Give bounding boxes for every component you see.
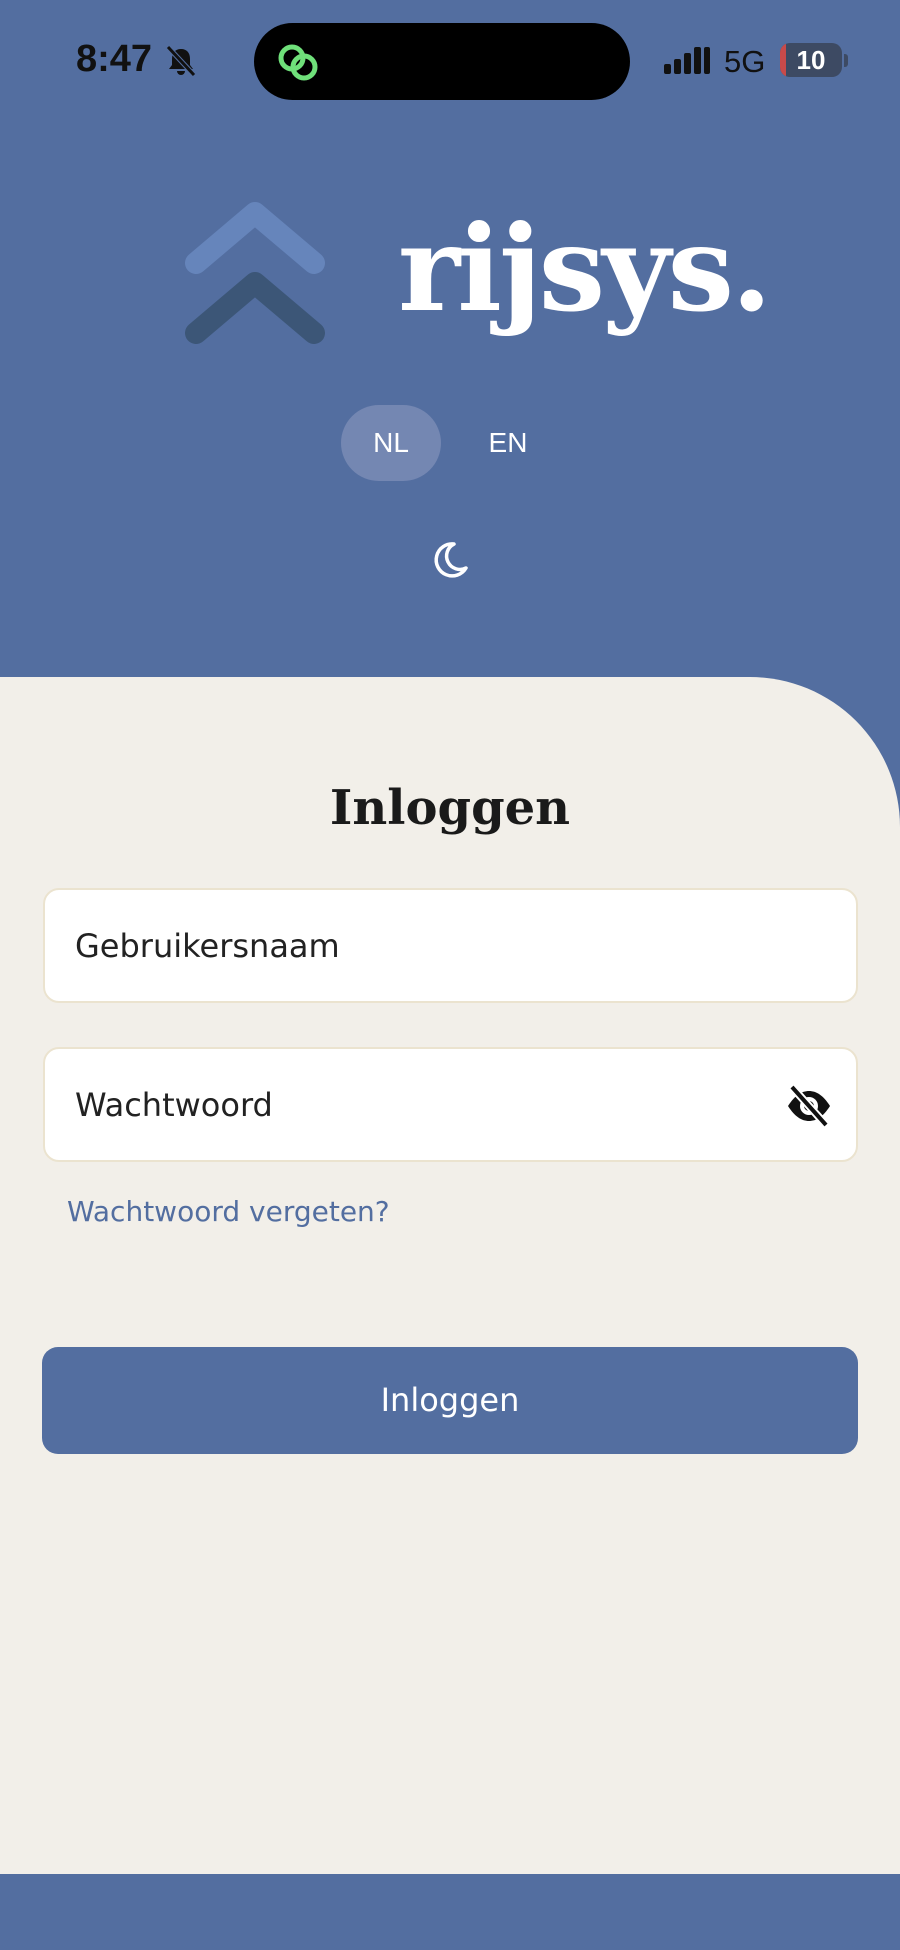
dynamic-island xyxy=(254,23,630,100)
login-button[interactable]: Inloggen xyxy=(42,1347,858,1454)
moon-icon[interactable] xyxy=(428,538,472,582)
language-nl-button[interactable]: NL xyxy=(341,405,441,481)
password-input[interactable] xyxy=(75,1049,795,1160)
page-title: Inloggen xyxy=(329,780,571,836)
battery-level: 10 xyxy=(796,45,826,75)
battery-nub xyxy=(844,54,848,67)
username-input[interactable] xyxy=(75,890,795,1001)
network-label: 5G xyxy=(724,44,766,79)
chevrons-logo-icon xyxy=(185,202,325,344)
language-en-button[interactable]: EN xyxy=(458,405,558,481)
login-card: Inloggen Wachtwoord vergeten? Inloggen xyxy=(0,677,900,1874)
username-field[interactable] xyxy=(43,888,858,1003)
password-field[interactable] xyxy=(43,1047,858,1162)
eye-off-icon[interactable] xyxy=(785,1082,833,1130)
forgot-password-link[interactable]: Wachtwoord vergeten? xyxy=(67,1195,390,1228)
status-time: 8:47 xyxy=(76,38,153,80)
status-bar: 8:47 5G 10 xyxy=(0,0,900,120)
bell-muted-icon xyxy=(166,45,196,77)
battery-icon: 10 xyxy=(780,43,842,77)
link-icon xyxy=(278,44,318,81)
signal-icon xyxy=(664,47,710,74)
logo-wordmark: rijsys. xyxy=(398,199,772,338)
language-toggle: NL EN xyxy=(341,405,561,481)
